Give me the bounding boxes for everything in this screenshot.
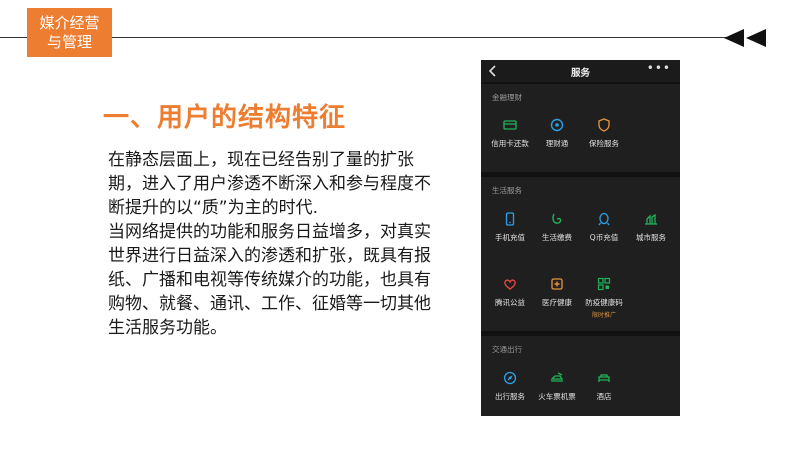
service-label: 防疫健康码 xyxy=(585,298,623,307)
service-label: 腾讯公益 xyxy=(495,298,525,307)
utility-bill-icon xyxy=(552,213,562,224)
section-title: 生活服务 xyxy=(492,186,522,195)
promo-tag: 限时推广 xyxy=(591,312,616,319)
service-label: 保险服务 xyxy=(589,139,619,148)
service-label: 手机充值 xyxy=(495,233,525,242)
mobile-topup-icon xyxy=(505,212,515,226)
service-label: 医疗健康 xyxy=(542,298,572,307)
section-finance: 金融理财 信用卡还款 理财通 保险服务 xyxy=(481,84,680,172)
train-ticket-icon xyxy=(550,372,564,382)
service-label: Q币充值 xyxy=(589,233,619,242)
service-label: 理财通 xyxy=(545,139,569,148)
section-title: 交通出行 xyxy=(492,345,522,354)
service-health-code[interactable]: 防疫健康码 限时推广 xyxy=(577,276,631,319)
service-label: 城市服务 xyxy=(636,233,666,242)
service-credit-card[interactable]: 信用卡还款 xyxy=(483,117,537,149)
qq-coin-icon xyxy=(598,212,610,226)
section-transport: 交通出行 出行服务 火车票机票 酒店 xyxy=(481,336,680,416)
section-title: 金融理财 xyxy=(492,93,522,102)
hotel-icon xyxy=(598,374,610,382)
service-city[interactable]: 城市服务 xyxy=(624,211,678,243)
more-options-icon[interactable]: ••• xyxy=(647,61,671,75)
service-label: 生活缴费 xyxy=(542,233,572,242)
slide-body: 在静态层面上，现在已经告别了量的扩张期，进入了用户渗透不断深入和参与程度不断提升… xyxy=(108,148,433,340)
body-paragraph-1: 在静态层面上，现在已经告别了量的扩张期，进入了用户渗透不断深入和参与程度不断提升… xyxy=(108,150,431,218)
city-service-icon xyxy=(645,213,657,225)
medical-icon xyxy=(551,278,563,290)
badge-line-2: 与管理 xyxy=(46,32,92,51)
phone-header: 服务 ••• xyxy=(481,60,680,82)
service-label: 火车票机票 xyxy=(538,392,576,401)
slide-title: 一、用户的结构特征 xyxy=(103,103,347,133)
service-hotel[interactable]: 酒店 xyxy=(577,370,631,402)
section-life: 生活服务 手机充值 生活缴费 Q币充值 城市服务 腾讯公益 医疗健康 防疫健康码 xyxy=(481,177,680,331)
service-charity[interactable]: 腾讯公益 xyxy=(483,276,537,308)
insurance-icon xyxy=(598,118,610,132)
service-utility-bill[interactable]: 生活缴费 xyxy=(530,211,584,243)
service-travel[interactable]: 出行服务 xyxy=(483,370,537,402)
service-wealth[interactable]: 理财通 xyxy=(530,117,584,149)
service-qq-coin[interactable]: Q币充值 xyxy=(577,211,631,243)
body-paragraph-2: 当网络提供的功能和服务日益增多，对真实世界进行日益深入的渗透和扩张，既具有报纸、… xyxy=(108,222,431,338)
travel-icon xyxy=(503,371,517,385)
wechat-services-screenshot: 服务 ••• 金融理财 信用卡还款 理财通 保险服务 生活服务 手机充值 生活缴… xyxy=(481,60,680,416)
charity-icon xyxy=(504,279,516,290)
service-label: 酒店 xyxy=(596,392,612,401)
badge-line-1: 媒介经营 xyxy=(39,13,100,32)
double-left-arrow-icon xyxy=(724,29,766,47)
service-medical[interactable]: 医疗健康 xyxy=(530,276,584,308)
credit-card-icon xyxy=(503,120,517,130)
service-train-ticket[interactable]: 火车票机票 xyxy=(530,370,584,402)
service-label: 出行服务 xyxy=(495,392,525,401)
wealth-icon xyxy=(550,118,564,132)
service-insurance[interactable]: 保险服务 xyxy=(577,117,631,149)
service-label: 信用卡还款 xyxy=(491,139,529,148)
course-badge: 媒介经营 与管理 xyxy=(27,8,112,57)
health-code-icon xyxy=(597,277,611,291)
service-mobile-topup[interactable]: 手机充值 xyxy=(483,211,537,243)
